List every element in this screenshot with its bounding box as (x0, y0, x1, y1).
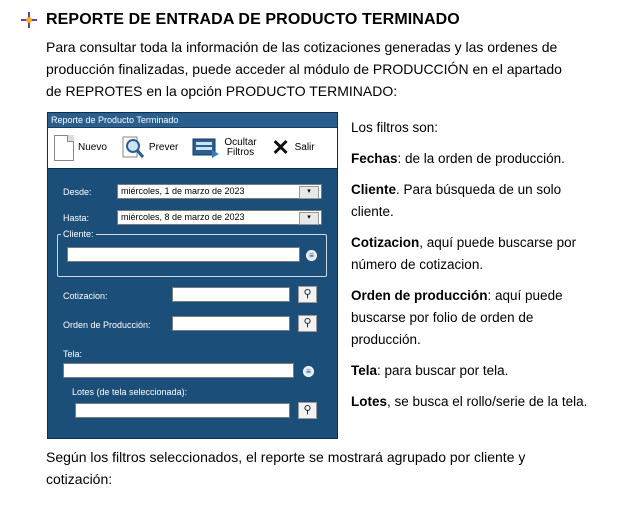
page-title: REPORTE DE ENTRADA DE PRODUCTO TERMINADO (46, 11, 460, 28)
orden-input[interactable] (172, 316, 290, 331)
desde-label: Desde: (63, 187, 92, 197)
prever-button[interactable]: Prever (121, 131, 178, 165)
intro-paragraph: Para consultar toda la información de la… (46, 36, 608, 102)
filter-text: : para buscar por tela. (377, 363, 509, 378)
new-document-icon (54, 135, 74, 161)
circle-select-icon[interactable]: ≡ (303, 366, 314, 377)
hide-filters-icon (192, 136, 220, 160)
salir-button[interactable]: ✕ Salir (271, 131, 315, 165)
filter-term: Cliente (351, 182, 397, 197)
lotes-input[interactable] (75, 403, 290, 418)
filter-item: Cotizacion, aquí puede buscarse por núme… (351, 232, 606, 276)
close-x-icon: ✕ (271, 135, 290, 160)
binoculars-icon[interactable]: ⚲ (298, 315, 317, 332)
hasta-date-picker[interactable]: miércoles, 8 de marzo de 2023 ▾ (117, 210, 322, 225)
salir-label: Salir (294, 142, 315, 153)
desde-date-picker[interactable]: miércoles, 1 de marzo de 2023 ▾ (117, 184, 322, 199)
section-heading: REPORTE DE ENTRADA DE PRODUCTO TERMINADO (20, 11, 460, 29)
orden-label: Orden de Producción: (63, 320, 151, 330)
tela-label: Tela: (63, 349, 83, 359)
filter-term: Orden de producción (351, 288, 488, 303)
filter-item: Fechas: de la orden de producción. (351, 148, 606, 170)
nuevo-button[interactable]: Nuevo (54, 131, 107, 165)
ocultar-filtros-button[interactable]: Ocultar Filtros (192, 131, 257, 165)
tela-input[interactable] (63, 363, 294, 378)
pushpin-icon (20, 11, 38, 29)
desde-value: miércoles, 1 de marzo de 2023 (121, 186, 245, 196)
calendar-dropdown-icon[interactable]: ▾ (299, 212, 319, 225)
hasta-label: Hasta: (63, 213, 90, 223)
filter-term: Lotes (351, 394, 388, 409)
filter-item: Lotes, se busca el rollo/serie de la tel… (351, 391, 606, 413)
filter-item: Cliente. Para búsqueda de un solo client… (351, 179, 606, 223)
filter-term: Fechas (351, 151, 398, 166)
outro-paragraph: Según los filtros seleccionados, el repo… (46, 446, 606, 490)
prever-label: Prever (148, 142, 179, 153)
cotizacion-label: Cotizacion: (63, 291, 108, 301)
filters-intro: Los filtros son: (351, 120, 439, 135)
intro-line: de REPROTES en la opción PRODUCTO TERMIN… (46, 83, 398, 99)
ocultar-line2: Filtros (226, 147, 255, 158)
filter-term: Cotizacion (351, 235, 420, 250)
binoculars-icon[interactable]: ⚲ (298, 402, 317, 419)
circle-select-icon[interactable]: ≡ (306, 250, 317, 261)
report-filter-window: Reporte de Producto Terminado Nuevo Prev… (47, 112, 338, 439)
filter-term: Tela (351, 363, 378, 378)
intro-line: Para consultar toda la información de la… (46, 39, 558, 55)
toolbar: Nuevo Prever Ocultar Filtros ✕ Salir (48, 128, 337, 169)
preview-magnifier-icon (121, 135, 145, 161)
cliente-input[interactable] (67, 247, 300, 262)
calendar-dropdown-icon[interactable]: ▾ (299, 186, 319, 199)
intro-line: producción finalizadas, puede acceder al… (46, 61, 562, 77)
binoculars-icon[interactable]: ⚲ (298, 286, 317, 303)
filter-text: : de la orden de producción. (397, 151, 565, 166)
window-title: Reporte de Producto Terminado (48, 113, 337, 128)
filters-description: Los filtros son: Fechas: de la orden de … (351, 117, 606, 422)
outro-line: cotización: (46, 471, 113, 487)
lotes-label: Lotes (de tela seleccionada): (72, 387, 188, 397)
ocultar-label: Ocultar Filtros (224, 138, 256, 158)
filter-item: Tela: para buscar por tela. (351, 360, 606, 382)
nuevo-label: Nuevo (78, 142, 107, 153)
filter-item: Orden de producción: aquí puede buscarse… (351, 285, 606, 351)
cotizacion-input[interactable] (172, 287, 290, 302)
cliente-legend: Cliente: (61, 229, 96, 239)
hasta-value: miércoles, 8 de marzo de 2023 (121, 212, 245, 222)
outro-line: Según los filtros seleccionados, el repo… (46, 449, 526, 465)
filter-text: , se busca el rollo/serie de la tela. (387, 394, 588, 409)
